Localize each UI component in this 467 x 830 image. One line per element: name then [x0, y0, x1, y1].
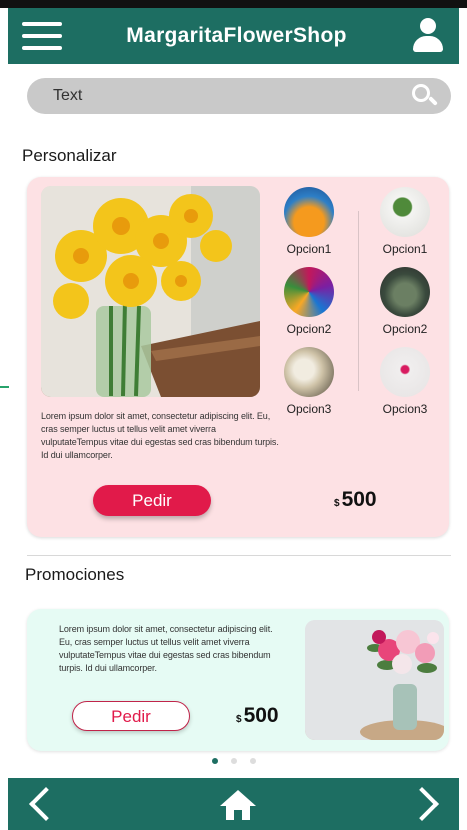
section-divider: [27, 555, 451, 556]
option-left-2[interactable]: Opcion2: [279, 267, 339, 336]
plant-thumbnail: [380, 187, 430, 237]
option-label: Opcion1: [286, 242, 332, 256]
option-left-1[interactable]: Opcion1: [279, 187, 339, 256]
search-input[interactable]: [53, 87, 411, 105]
promociones-card: Lorem ipsum dolor sit amet, consectetur …: [27, 609, 449, 751]
back-icon[interactable]: [22, 778, 72, 830]
currency-symbol: $: [334, 498, 340, 509]
connector-mark: [0, 386, 9, 388]
option-label: Opcion3: [382, 402, 428, 416]
product-photo[interactable]: [41, 186, 260, 397]
option-right-2[interactable]: Opcion2: [375, 267, 435, 336]
option-label: Opcion1: [382, 242, 428, 256]
menu-icon[interactable]: [22, 22, 62, 50]
carousel-dot[interactable]: [250, 758, 256, 764]
section-title-personalizar: Personalizar: [22, 146, 117, 165]
app-bar: MargaritaFlowerShop: [8, 8, 459, 64]
carousel-indicator: [212, 758, 256, 764]
promo-price-value: 500: [243, 704, 279, 727]
promo-photo[interactable]: [305, 620, 444, 740]
user-icon[interactable]: [411, 18, 445, 54]
section-title-promociones: Promociones: [25, 565, 125, 584]
promo-description: Lorem ipsum dolor sit amet, consectetur …: [59, 624, 273, 673]
option-label: Opcion3: [286, 402, 332, 416]
promo-order-button[interactable]: Pedir: [72, 701, 190, 731]
flower-thumbnail: [284, 187, 334, 237]
search-bar: [27, 78, 451, 114]
terrarium-thumbnail: [380, 267, 430, 317]
promo-price-label: $500: [236, 704, 279, 728]
price-label: $500: [334, 488, 377, 512]
option-label: Opcion2: [286, 322, 332, 336]
app-title: MargaritaFlowerShop: [126, 24, 347, 47]
search-icon[interactable]: [411, 83, 438, 109]
option-left-3[interactable]: Opcion3: [279, 347, 339, 416]
vase-thumbnail: [380, 347, 430, 397]
currency-symbol: $: [236, 714, 242, 725]
status-strip: [0, 0, 467, 8]
flower-thumbnail: [284, 347, 334, 397]
price-value: 500: [341, 488, 377, 511]
options-divider: [358, 211, 359, 391]
home-icon[interactable]: [220, 790, 256, 820]
order-button[interactable]: Pedir: [93, 485, 211, 516]
personalizar-card: Opcion1 Opcion1 Opcion2 Opcion2 Opcion3 …: [27, 177, 449, 537]
product-description: Lorem ipsum dolor sit amet, consectetur …: [41, 411, 279, 460]
option-label: Opcion2: [382, 322, 428, 336]
option-right-1[interactable]: Opcion1: [375, 187, 435, 256]
forward-icon[interactable]: [404, 778, 454, 830]
carousel-dot[interactable]: [231, 758, 237, 764]
option-right-3[interactable]: Opcion3: [375, 347, 435, 416]
bottom-nav: [8, 778, 459, 830]
flower-thumbnail: [284, 267, 334, 317]
carousel-dot[interactable]: [212, 758, 218, 764]
